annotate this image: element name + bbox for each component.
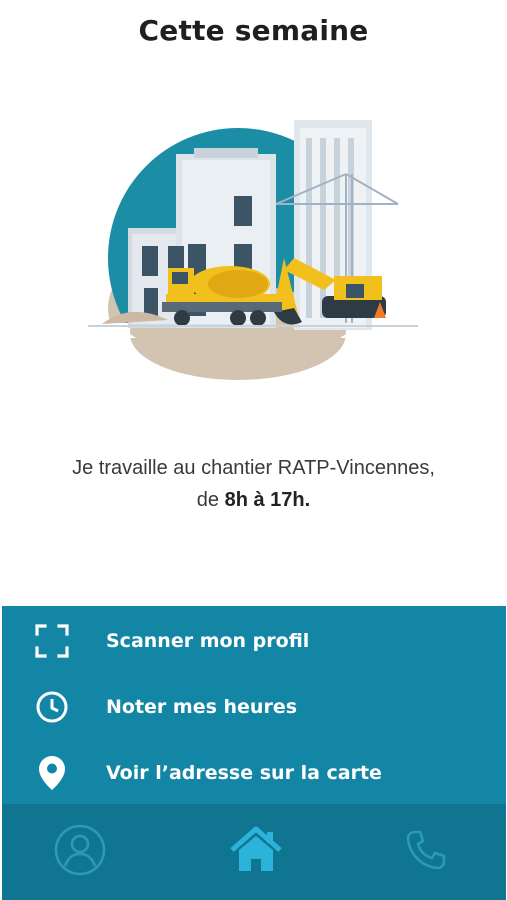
tab-phone[interactable]: [398, 824, 454, 880]
description-prefix: de: [196, 489, 225, 511]
scan-profile-button[interactable]: Scanner mon profil: [2, 608, 506, 674]
description-line1: Je travaille au chantier RATP-Vincennes,: [72, 457, 435, 479]
scan-icon: [32, 621, 72, 661]
clock-icon: [32, 687, 72, 727]
description-line2: de 8h à 17h.: [0, 484, 507, 516]
map-pin-icon: [32, 753, 72, 793]
home-icon: [228, 826, 284, 879]
bottom-tab-bar: [2, 804, 506, 900]
phone-icon: [404, 828, 448, 877]
profile-icon: [53, 823, 107, 882]
log-hours-label: Noter mes heures: [106, 696, 298, 718]
action-list: Scanner mon profil Noter mes heures Voir…: [2, 606, 506, 804]
view-address-map-button[interactable]: Voir l’adresse sur la carte: [2, 740, 506, 806]
scan-profile-label: Scanner mon profil: [106, 630, 310, 652]
view-address-label: Voir l’adresse sur la carte: [106, 762, 382, 784]
tab-profile[interactable]: [52, 824, 108, 880]
work-description: Je travaille au chantier RATP-Vincennes,…: [0, 452, 507, 516]
page-title: Cette semaine: [138, 14, 369, 47]
work-hours: 8h à 17h.: [224, 489, 311, 511]
tab-home[interactable]: [228, 824, 284, 880]
log-hours-button[interactable]: Noter mes heures: [2, 674, 506, 740]
construction-illustration: [88, 120, 418, 388]
